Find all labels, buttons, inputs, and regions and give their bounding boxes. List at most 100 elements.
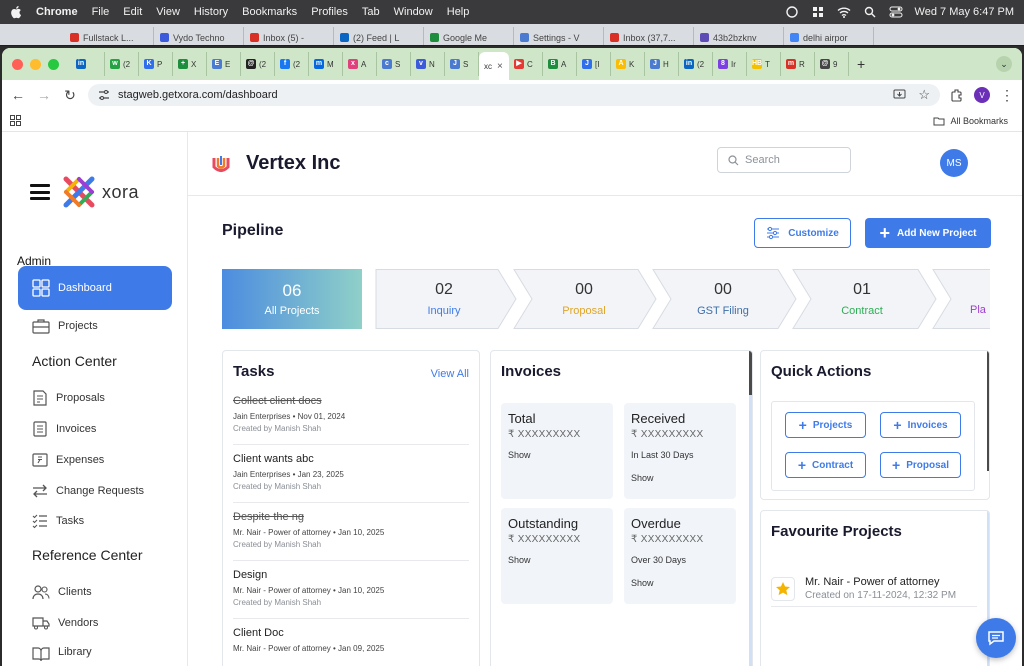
task-item[interactable]: Despite the ng Mr. Nair - Power of attor… — [233, 511, 469, 561]
add-new-project-button[interactable]: + Add New Project — [865, 218, 991, 248]
close-window-button[interactable] — [12, 58, 23, 70]
menu-help[interactable]: Help — [447, 6, 470, 18]
control-center-icon[interactable] — [889, 6, 903, 18]
quick-action-contract-button[interactable]: + Contract — [785, 452, 866, 478]
spotlight-search-icon[interactable] — [863, 6, 877, 18]
invoices-scrollbar[interactable] — [749, 351, 752, 666]
customize-button[interactable]: Customize — [754, 218, 851, 248]
invoice-box-show[interactable]: Show — [508, 555, 606, 565]
back-arrow-icon[interactable]: ← — [10, 87, 26, 103]
browser-tab[interactable]: f (2 — [275, 52, 309, 76]
browser-tab[interactable]: vN — [411, 52, 445, 76]
browser-tab[interactable]: JH — [645, 52, 679, 76]
apple-icon[interactable] — [10, 5, 22, 19]
invoice-received-box[interactable]: Received ₹ XXXXXXXXX In Last 30 Days Sho… — [624, 403, 736, 499]
background-tab[interactable]: Google Me — [424, 27, 514, 45]
browser-tab[interactable]: @ (2 — [241, 52, 275, 76]
user-avatar[interactable]: MS — [940, 149, 968, 177]
star-icon[interactable] — [771, 576, 795, 601]
stage-planning[interactable]: Pla — [942, 269, 990, 329]
stage-proposal[interactable]: 00 Proposal — [524, 269, 644, 329]
background-tab[interactable]: delhi airpor — [784, 27, 874, 45]
extensions-icon[interactable] — [950, 88, 964, 102]
quick-action-projects-button[interactable]: + Projects — [785, 412, 866, 438]
menu-profiles[interactable]: Profiles — [311, 6, 348, 18]
invoice-box-show[interactable]: Show — [508, 450, 606, 460]
reload-icon[interactable]: ↻ — [62, 87, 78, 103]
browser-tab[interactable]: mR — [781, 52, 815, 76]
quick-action-invoices-button[interactable]: + Invoices — [880, 412, 961, 438]
all-bookmarks-button[interactable]: All Bookmarks — [933, 116, 1008, 126]
minimize-window-button[interactable] — [30, 58, 41, 70]
install-app-icon[interactable] — [893, 89, 906, 101]
browser-tab[interactable]: cS — [377, 52, 411, 76]
chat-support-button[interactable] — [976, 618, 1016, 658]
browser-tab[interactable]: J [I — [577, 52, 611, 76]
task-item[interactable]: Design Mr. Nair - Power of attorney • Ja… — [233, 569, 469, 619]
browser-tab[interactable]: HB T — [747, 52, 781, 76]
sidebar-item-projects[interactable]: Projects — [18, 304, 172, 348]
forward-arrow-icon[interactable]: → — [36, 87, 52, 103]
task-item[interactable]: Client Doc Mr. Nair - Power of attorney … — [233, 627, 469, 666]
tab-search-chevron-icon[interactable]: ⌄ — [996, 56, 1012, 72]
grid-status-icon[interactable] — [811, 6, 825, 18]
quick-actions-scrollbar[interactable] — [987, 351, 989, 499]
background-tab[interactable]: 43b2bzknv — [694, 27, 784, 45]
browser-tab[interactable]: KP — [139, 52, 173, 76]
record-icon[interactable] — [785, 6, 799, 18]
browser-tab[interactable]: mM — [309, 52, 343, 76]
stage-contract[interactable]: 01 Contract — [802, 269, 922, 329]
menu-bookmarks[interactable]: Bookmarks — [242, 6, 297, 18]
menu-history[interactable]: History — [194, 6, 228, 18]
browser-tab[interactable]: + X — [173, 52, 207, 76]
hamburger-menu-icon[interactable] — [30, 184, 50, 200]
apps-grid-icon[interactable] — [10, 115, 21, 126]
browser-tab[interactable]: in (2 — [679, 52, 713, 76]
invoice-total-box[interactable]: Total ₹ XXXXXXXXX Show — [501, 403, 613, 499]
zoom-window-button[interactable] — [48, 58, 59, 70]
browser-tab[interactable]: EE — [207, 52, 241, 76]
menu-edit[interactable]: Edit — [123, 6, 142, 18]
search-input[interactable]: Search — [717, 147, 851, 173]
menu-view[interactable]: View — [156, 6, 180, 18]
quick-action-proposal-button[interactable]: + Proposal — [880, 452, 961, 478]
favourite-project-item[interactable]: Mr. Nair - Power of attorney Created on … — [771, 571, 977, 607]
background-tab[interactable]: Inbox (5) - — [244, 27, 334, 45]
browser-tab[interactable]: in — [71, 52, 105, 76]
sidebar-item-library[interactable]: Library — [18, 632, 172, 662]
site-settings-icon[interactable] — [98, 90, 110, 100]
wifi-icon[interactable] — [837, 6, 851, 18]
address-bar[interactable]: stagweb.getxora.com/dashboard ☆ — [88, 84, 940, 106]
xora-logo[interactable]: xora — [62, 175, 139, 209]
browser-tab[interactable]: @9 — [815, 52, 849, 76]
background-tab[interactable]: Vydo Techno — [154, 27, 244, 45]
active-tab[interactable]: xc × — [479, 52, 509, 80]
stage-gst-filing[interactable]: 00 GST Filing — [663, 269, 783, 329]
background-tab[interactable]: Inbox (37,7... — [604, 27, 694, 45]
view-all-link[interactable]: View All — [431, 368, 469, 380]
new-tab-button[interactable]: + — [857, 56, 865, 72]
sidebar-item-tasks[interactable]: Tasks — [18, 499, 172, 543]
menubar-clock[interactable]: Wed 7 May 6:47 PM — [915, 6, 1014, 18]
task-item[interactable]: Collect client docs Jain Enterprises • N… — [233, 395, 469, 445]
profile-avatar[interactable]: V — [974, 87, 990, 103]
browser-tab[interactable]: BA — [543, 52, 577, 76]
invoice-overdue-box[interactable]: Overdue ₹ XXXXXXXXX Over 30 Days Show — [624, 508, 736, 604]
stage-inquiry[interactable]: 02 Inquiry — [384, 269, 504, 329]
invoice-box-show[interactable]: Show — [631, 473, 729, 483]
menu-tab[interactable]: Tab — [362, 6, 380, 18]
close-tab-icon[interactable]: × — [497, 61, 503, 72]
browser-tab[interactable]: AK — [611, 52, 645, 76]
menu-file[interactable]: File — [92, 6, 110, 18]
bookmark-star-icon[interactable]: ☆ — [918, 87, 930, 103]
browser-menu-icon[interactable]: ⋮ — [1000, 87, 1014, 104]
menu-app-name[interactable]: Chrome — [36, 6, 78, 18]
stage-all-projects[interactable]: 06 All Projects — [222, 269, 362, 329]
invoice-outstanding-box[interactable]: Outstanding ₹ XXXXXXXXX Show — [501, 508, 613, 604]
background-tab[interactable]: Fullstack L... — [64, 27, 154, 45]
background-tab[interactable]: Settings - V — [514, 27, 604, 45]
task-item[interactable]: Client wants abc Jain Enterprises • Jan … — [233, 453, 469, 503]
browser-tab[interactable]: 8 Ir — [713, 52, 747, 76]
invoice-box-show[interactable]: Show — [631, 578, 729, 588]
browser-tab[interactable]: xA — [343, 52, 377, 76]
